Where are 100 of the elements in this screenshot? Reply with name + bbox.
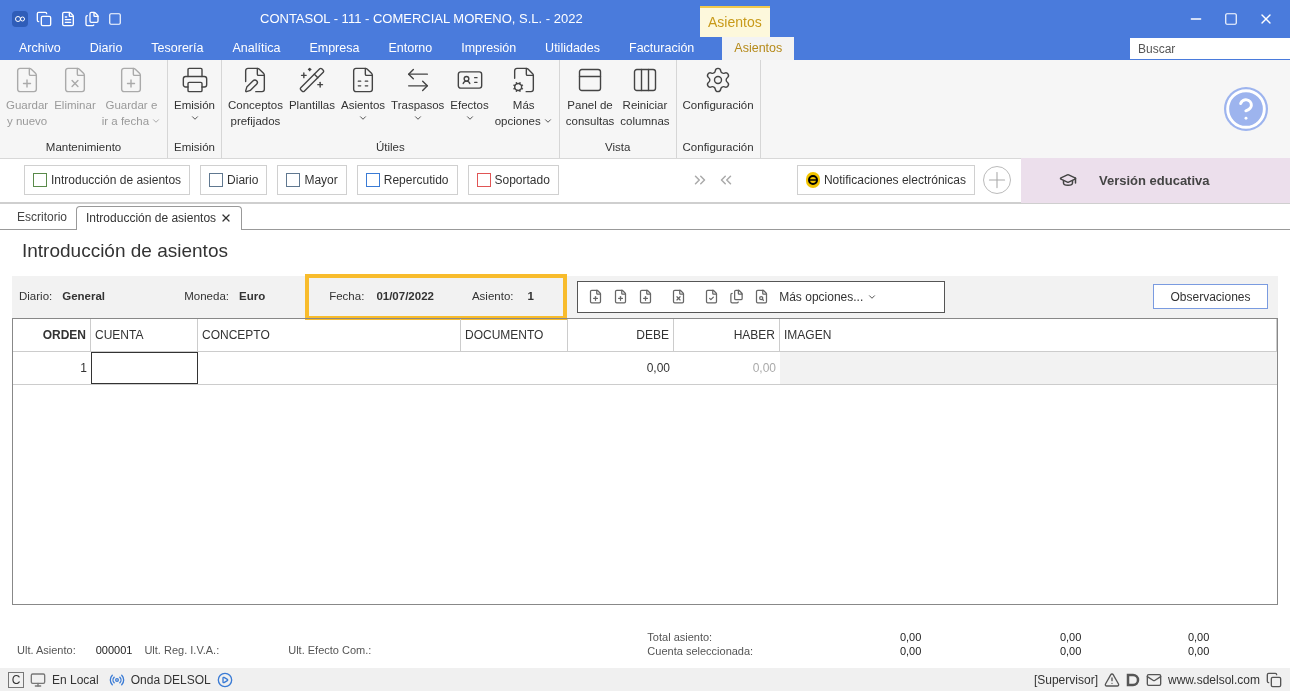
document-tab[interactable]: Introducción de asientos <box>76 205 243 230</box>
shortcut-button[interactable]: Diario <box>200 165 268 196</box>
field-value: 01/07/2022 <box>376 289 434 305</box>
column-header: ORDEN <box>13 318 91 351</box>
footer-value: 000001 <box>95 642 133 658</box>
field-value: General <box>62 289 107 305</box>
caret-icon <box>189 113 200 123</box>
mode-indicator: C <box>8 671 24 688</box>
column-header: HABER <box>674 318 780 351</box>
menu-tab[interactable]: Utilidades <box>534 37 611 60</box>
observations-button[interactable]: Observaciones <box>1153 284 1268 310</box>
edition-label: Versión educativa <box>1098 171 1210 190</box>
field-value: 1 <box>527 289 534 305</box>
ribbon-group-label: Emisión <box>173 139 216 155</box>
column-header: CONCEPTO <box>198 318 461 351</box>
page-title: Introducción de asientos <box>22 239 228 264</box>
ribbon-button[interactable]: Plantillas <box>285 66 338 139</box>
more-options-button[interactable]: Más opciones... <box>779 287 878 306</box>
ribbon-button[interactable]: Más opciones <box>491 66 556 139</box>
column-header: DOCUMENTO <box>461 318 568 351</box>
mail-icon[interactable] <box>1145 671 1162 688</box>
search-field[interactable]: Buscar <box>1130 38 1290 59</box>
user-label: [Supervisor] <box>1033 671 1098 689</box>
field-label: Diario: <box>19 289 53 305</box>
menu-tab[interactable]: Impresión <box>450 37 528 60</box>
document-search-icon[interactable] <box>754 289 770 305</box>
ribbon-button[interactable]: Traspasos <box>388 66 448 139</box>
ribbon-group-label: Mantenimiento <box>44 139 123 155</box>
total-value: 0,00 <box>1058 643 1082 659</box>
windows-icon[interactable] <box>1266 671 1282 688</box>
caret-icon <box>412 113 423 123</box>
document-x-icon[interactable] <box>671 289 687 305</box>
menu-tab[interactable]: Archivo <box>8 37 72 60</box>
ribbon-button[interactable]: Emisión <box>171 66 218 139</box>
website-link[interactable]: www.sdelsol.com <box>1167 670 1260 689</box>
ribbon-group-label: Útiles <box>374 139 406 155</box>
document-plus-icon[interactable] <box>638 289 654 305</box>
window-icon <box>476 173 491 188</box>
ribbon-button[interactable]: Reiniciar columnas <box>617 66 673 139</box>
ribbon-group-label: Vista <box>603 139 632 155</box>
field-label: Moneda: <box>184 289 229 305</box>
total-value: 0,00 <box>1186 643 1210 659</box>
total-value: 0,00 <box>898 629 922 645</box>
monitor-icon <box>30 671 46 688</box>
total-value: 0,00 <box>898 643 922 659</box>
location-label: En Local <box>52 671 99 689</box>
e-logo-icon <box>805 172 820 189</box>
warning-icon[interactable] <box>1103 671 1120 688</box>
document-plus-icon[interactable] <box>613 289 629 305</box>
footer-label: Ult. Asiento: <box>17 642 76 658</box>
shortcut-button[interactable]: Introducción de asientos <box>24 165 191 196</box>
field-value: Euro <box>239 289 266 305</box>
ribbon-button[interactable]: Panel de consultas <box>562 66 618 139</box>
ribbon-button[interactable]: Asientos <box>337 66 389 139</box>
d-logo-icon[interactable] <box>1125 672 1140 687</box>
shortcut-button[interactable]: Repercutido <box>356 165 458 196</box>
total-label: Total asiento: <box>647 629 714 645</box>
window-icon <box>286 173 301 188</box>
play-icon[interactable] <box>216 671 233 688</box>
table-cell: 0,00 <box>674 351 780 384</box>
document-plus-icon[interactable] <box>588 289 604 305</box>
shortcut-button[interactable]: Mayor <box>277 165 347 196</box>
ribbon-button[interactable]: Configuración <box>679 66 757 139</box>
radio-label[interactable]: Onda DELSOL <box>130 670 211 689</box>
ribbon-button[interactable]: Conceptos prefijados <box>224 66 286 139</box>
footer-label: Ult. Efecto Com.: <box>288 642 372 658</box>
context-tab-header: Asientos <box>700 6 770 37</box>
documents-icon[interactable] <box>729 289 745 305</box>
table-cell: 1 <box>13 351 91 384</box>
menu-tab[interactable]: Facturación <box>618 37 706 60</box>
caret-icon <box>542 116 553 126</box>
window-title: CONTASOL - 111 - COMERCIAL MORENO, S.L. - 2022 <box>260 9 583 28</box>
document-check-icon[interactable] <box>704 289 720 305</box>
menu-tab[interactable]: Empresa <box>298 37 371 60</box>
ribbon-group-label: Configuración <box>681 139 755 155</box>
notifications-button[interactable]: Notificaciones electrónicas <box>796 165 975 196</box>
menu-tab[interactable]: Analítica <box>221 37 292 60</box>
window-icon <box>209 173 224 188</box>
window-icon <box>365 173 380 188</box>
footer-label: Ult. Reg. I.V.A.: <box>144 642 220 658</box>
column-header: IMAGEN <box>780 318 1277 351</box>
field-label: Fecha: <box>329 289 365 305</box>
column-header: CUENTA <box>91 318 198 351</box>
total-value: 0,00 <box>1058 629 1082 645</box>
document-tab[interactable]: Escritorio <box>8 204 76 229</box>
table-cell: 0,00 <box>568 351 674 384</box>
app-logo-icon <box>12 10 28 27</box>
wand-icon <box>297 66 326 94</box>
menu-tab[interactable]: Entorno <box>377 37 444 60</box>
shortcut-button[interactable]: Soportado <box>467 165 559 196</box>
column-header: DEBE <box>568 318 674 351</box>
input-field[interactable] <box>91 351 198 384</box>
menu-tab[interactable]: Diario <box>78 37 134 60</box>
caret-icon <box>464 113 475 123</box>
total-label: Cuenta seleccionada: <box>647 643 755 659</box>
printer-icon <box>180 66 209 94</box>
menu-tab[interactable]: Tesorería <box>140 37 215 60</box>
ribbon-button[interactable]: Efectos <box>447 66 492 139</box>
caret-icon <box>151 116 162 126</box>
maximize-icon[interactable] <box>1224 11 1238 26</box>
